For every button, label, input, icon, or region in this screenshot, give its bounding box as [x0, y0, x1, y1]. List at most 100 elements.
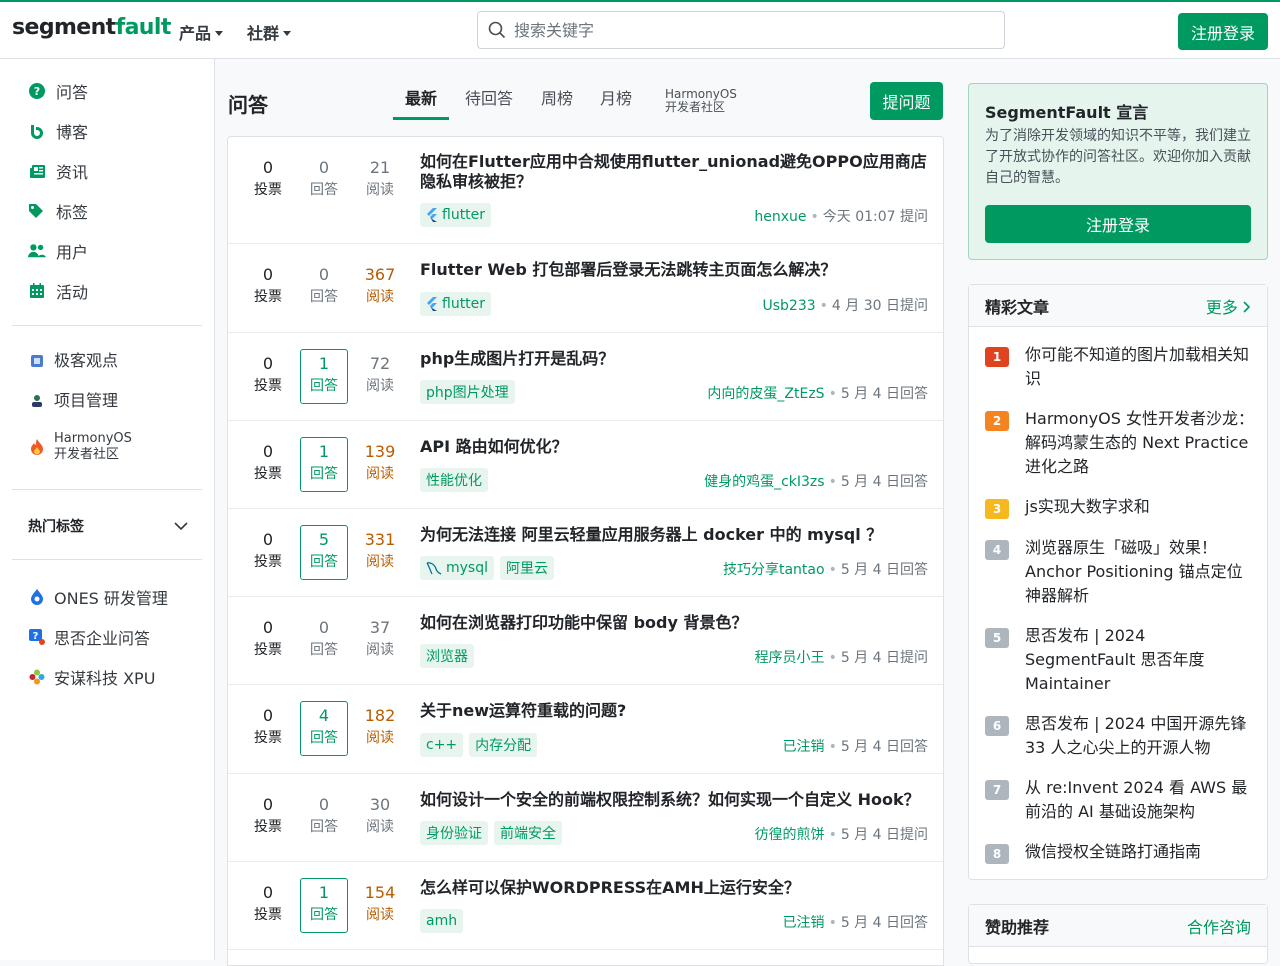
article-item[interactable]: 6 思否发布 | 2024 中国开源先锋 33 人之心尖上的开源人物 [985, 712, 1255, 760]
tag-label: mysql [446, 560, 488, 576]
article-item[interactable]: 5 思否发布 | 2024 SegmentFault 思否年度 Maintaine… [985, 624, 1255, 696]
tab-weekly[interactable]: 周榜 [541, 82, 573, 120]
author-link[interactable]: 彷徨的煎饼 [755, 827, 825, 843]
question-time: 5 月 4 日提问 [840, 827, 928, 843]
article-title: 从 re:Invent 2024 看 AWS 最前沿的 AI 基础设施架构 [1025, 778, 1248, 821]
author-link[interactable]: 程序员小王 [755, 650, 825, 666]
answer-count: 0 回答 [300, 794, 348, 838]
question-row: 0 投票 1 回答 154 阅读 怎么样可以保护WORDPRESS在AMH上运行安全？… [228, 862, 943, 950]
vote-number: 0 [262, 530, 274, 549]
question-title[interactable]: 关于new运算符重载的问题? [420, 701, 930, 721]
meta-dot: • [828, 915, 837, 931]
vote-number: 0 [262, 795, 274, 814]
tag-flutter[interactable]: flutter [420, 203, 492, 227]
sidebar-item-news[interactable]: 资讯 [28, 159, 88, 183]
author-link[interactable]: 已注销 [783, 915, 825, 931]
search-box [477, 11, 1005, 49]
meta-dot: • [828, 474, 837, 490]
tag-mysql[interactable]: mysql [420, 556, 494, 580]
sidebar-item-geek[interactable]: 极客观点 [28, 352, 118, 370]
tab-monthly[interactable]: 月榜 [600, 82, 632, 120]
tag-list: amh [420, 909, 464, 933]
more-link[interactable]: 更多 [1206, 294, 1251, 318]
register-button[interactable]: 注册登录 [985, 205, 1251, 243]
tags-icon [28, 202, 46, 220]
nav-product-menu[interactable]: 产品 [179, 20, 224, 44]
rank-badge: 8 [985, 844, 1009, 864]
question-title[interactable]: 如何设计一个安全的前端权限控制系统？如何实现一个自定义 Hook？ [420, 790, 930, 810]
sidebar-item-project[interactable]: 项目管理 [28, 392, 118, 410]
tag-auth[interactable]: 身份验证 [420, 821, 488, 845]
answer-count: 5 回答 [300, 525, 348, 580]
login-button[interactable]: 注册登录 [1178, 13, 1268, 50]
answer-number: 4 [318, 706, 330, 725]
sidebar-item-ones[interactable]: ONES 研发管理 [28, 585, 168, 609]
article-title: 思否发布 | 2024 SegmentFault 思否年度 Maintainer [1025, 626, 1205, 693]
view-label: 阅读 [366, 554, 394, 570]
question-title[interactable]: php生成图片打开是乱码？ [420, 349, 930, 369]
tab-harmonyos[interactable]: HarmonyOS 开发者社区 [665, 88, 737, 126]
author-link[interactable]: 技巧分享tantao [723, 562, 825, 578]
tag-flutter[interactable]: flutter [420, 292, 492, 316]
top-navbar: segmentfault 产品 社群 注册登录 [0, 0, 1280, 59]
question-row: 0 投票 0 回答 37 阅读 如何在浏览器打印功能中保留 body 背景色？ 浏览器… [228, 597, 943, 685]
meta-dot: • [810, 209, 819, 225]
vote-count: 0 投票 [244, 264, 292, 308]
sidebar-divider [12, 325, 202, 326]
article-item[interactable]: 4 浏览器原生「磁吸」效果！Anchor Positioning 锚点定位神器解析 [985, 536, 1255, 608]
tag-performance[interactable]: 性能优化 [420, 468, 488, 492]
search-input[interactable] [514, 20, 994, 40]
author-link[interactable]: henxue [754, 209, 806, 225]
users-icon [28, 242, 46, 260]
article-item[interactable]: 2 HarmonyOS 女性开发者沙龙：解码鸿蒙生态的 Next Practice… [985, 407, 1255, 479]
tag-amh[interactable]: amh [420, 909, 464, 933]
article-item[interactable]: 7 从 re:Invent 2024 看 AWS 最前沿的 AI 基础设施架构 [985, 776, 1255, 824]
question-title[interactable]: Flutter Web 打包部署后登录无法跳转主页面怎么解决？ [420, 260, 930, 280]
author-link[interactable]: 已注销 [783, 739, 825, 755]
sidebar-item-label: 问答 [56, 83, 89, 102]
question-title[interactable]: 如何在Flutter应用中合规使用flutter_unionad避免OPPO应用… [420, 152, 930, 192]
svg-text:?: ? [33, 631, 39, 642]
sidebar-item-events[interactable]: 活动 [28, 279, 88, 303]
tab-unanswered[interactable]: 待回答 [465, 82, 513, 120]
answer-count: 0 回答 [300, 264, 348, 308]
tag-browser[interactable]: 浏览器 [420, 644, 474, 668]
nav-product-label: 产品 [179, 24, 212, 43]
site-logo[interactable]: segmentfault [12, 15, 171, 40]
tab-latest[interactable]: 最新 [393, 82, 449, 120]
flutter-icon [427, 208, 437, 222]
ask-question-button[interactable]: 提问题 [870, 82, 943, 120]
sidebar-item-qa[interactable]: ? 问答 [28, 79, 88, 103]
sidebar-item-users[interactable]: 用户 [28, 239, 88, 263]
article-item[interactable]: 1 你可能不知道的图片加载相关知识 [985, 343, 1255, 391]
question-time: 5 月 4 日回答 [840, 739, 928, 755]
cooperation-link[interactable]: 合作咨询 [1187, 914, 1251, 938]
author-link[interactable]: Usb233 [763, 298, 816, 314]
question-title[interactable]: 如何在浏览器打印功能中保留 body 背景色？ [420, 613, 930, 633]
author-link[interactable]: 内向的皮蛋_ZtEzS [707, 386, 824, 402]
question-meta: 内向的皮蛋_ZtEzS • 5 月 4 日回答 [707, 383, 928, 403]
hot-tags-toggle[interactable]: 热门标签 [28, 516, 188, 536]
question-title[interactable]: 为何无法连接 阿里云轻量应用服务器上 docker 中的 mysql ？ [420, 525, 930, 545]
tag-memory-alloc[interactable]: 内存分配 [469, 733, 538, 757]
view-number: 30 [369, 795, 391, 814]
tag-php-image[interactable]: php图片处理 [420, 380, 515, 404]
tag-cpp[interactable]: c++ [420, 733, 464, 757]
article-item[interactable]: 3 js实现大数字求和 [985, 495, 1255, 519]
sidebar-item-blog[interactable]: 博客 [28, 119, 88, 143]
question-title[interactable]: API 路由如何优化？ [420, 437, 930, 457]
tag-frontend-security[interactable]: 前端安全 [494, 821, 562, 845]
view-count: 154 阅读 [356, 882, 404, 926]
sidebar-item-company-qa[interactable]: ? 思否企业问答 [28, 625, 150, 649]
tag-aliyun[interactable]: 阿里云 [500, 556, 554, 580]
article-item[interactable]: 8 微信授权全链路打通指南 [985, 840, 1255, 864]
author-link[interactable]: 健身的鸡蛋_ckI3zs [704, 474, 824, 490]
view-count: 182 阅读 [356, 705, 404, 749]
sidebar-item-harmonyos[interactable]: HarmonyOS 开发者社区 [28, 431, 132, 463]
nav-community-menu[interactable]: 社群 [247, 20, 292, 44]
question-title[interactable]: 怎么样可以保护WORDPRESS在AMH上运行安全？ [420, 878, 930, 898]
view-number: 367 [364, 265, 396, 284]
card-title: 精彩文章 [985, 297, 1050, 317]
sidebar-item-xpu[interactable]: 安谋科技 XPU [28, 665, 155, 689]
sidebar-item-tags[interactable]: 标签 [28, 199, 88, 223]
